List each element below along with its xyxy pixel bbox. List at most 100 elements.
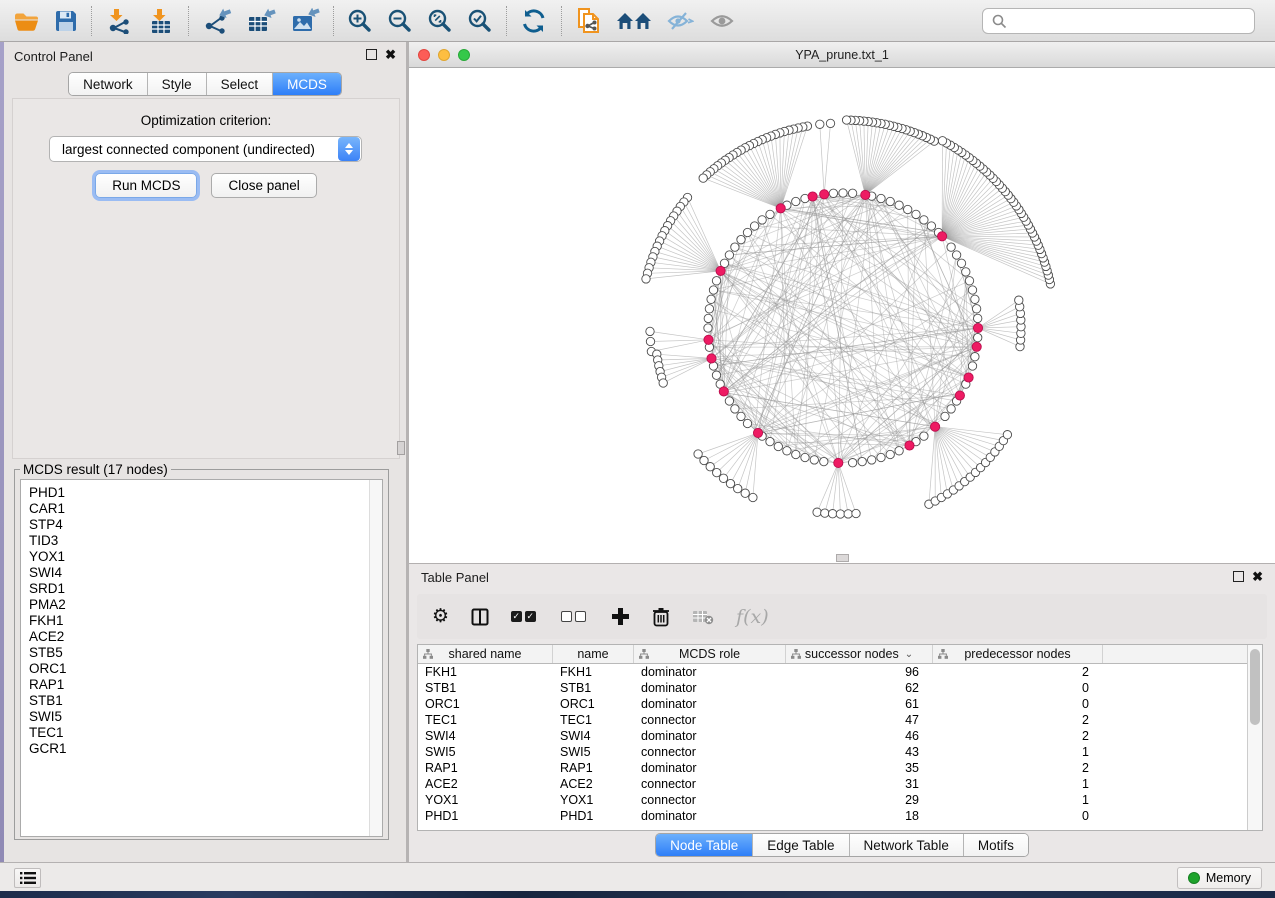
cell-shared-name[interactable]: SWI4 (418, 728, 553, 744)
mcds-result-item[interactable]: GCR1 (21, 741, 382, 757)
column-header-predecessor-nodes[interactable]: predecessor nodes (933, 645, 1103, 663)
cell-successor-nodes[interactable]: 35 (786, 760, 933, 776)
cell-name[interactable]: STB1 (553, 680, 634, 696)
cell-name[interactable]: SWI4 (553, 728, 634, 744)
cell-predecessor-nodes[interactable]: 1 (933, 776, 1103, 792)
mcds-result-item[interactable]: TEC1 (21, 725, 382, 741)
mcds-result-scrollbar[interactable] (369, 480, 382, 836)
table-row[interactable]: ORC1ORC1dominator610 (418, 696, 1262, 712)
mcds-result-item[interactable]: CAR1 (21, 501, 382, 517)
table-row[interactable]: RAP1RAP1dominator352 (418, 760, 1262, 776)
show-columns-icon[interactable] (471, 608, 489, 626)
mcds-result-list[interactable]: PHD1CAR1STP4TID3YOX1SWI4SRD1PMA2FKH1ACE2… (20, 479, 383, 837)
cell-MCDS-role[interactable]: connector (634, 776, 786, 792)
cell-predecessor-nodes[interactable]: 0 (933, 808, 1103, 824)
cell-shared-name[interactable]: FKH1 (418, 664, 553, 680)
cell-shared-name[interactable]: SWI5 (418, 744, 553, 760)
network-canvas[interactable] (409, 68, 1275, 563)
add-column-icon[interactable] (611, 607, 630, 626)
cell-MCDS-role[interactable]: connector (634, 712, 786, 728)
table-row[interactable]: SWI5SWI5connector431 (418, 744, 1262, 760)
table-scrollbar-thumb[interactable] (1250, 649, 1260, 725)
tab-node-table[interactable]: Node Table (656, 834, 753, 856)
criterion-select[interactable]: largest connected component (undirected) (49, 136, 362, 162)
tab-network-table[interactable]: Network Table (850, 834, 964, 856)
float-panel-icon[interactable] (366, 49, 377, 60)
mcds-result-item[interactable]: TID3 (21, 533, 382, 549)
cell-MCDS-role[interactable]: dominator (634, 728, 786, 744)
vertical-splitter-handle[interactable] (397, 441, 405, 455)
refresh-view-icon[interactable] (513, 4, 555, 38)
cell-MCDS-role[interactable]: dominator (634, 696, 786, 712)
column-header-name[interactable]: name (553, 645, 634, 663)
tab-select[interactable]: Select (207, 73, 274, 95)
deselect-all-rows-icon[interactable] (561, 611, 589, 622)
tab-mcds[interactable]: MCDS (273, 73, 341, 95)
table-row[interactable]: YOX1YOX1connector291 (418, 792, 1262, 808)
export-network-icon[interactable] (195, 4, 239, 38)
export-table-icon[interactable] (239, 4, 283, 38)
table-row[interactable]: SWI4SWI4dominator462 (418, 728, 1262, 744)
mcds-result-item[interactable]: SRD1 (21, 581, 382, 597)
cell-predecessor-nodes[interactable]: 2 (933, 760, 1103, 776)
table-row[interactable]: PHD1PHD1dominator180 (418, 808, 1262, 824)
cell-predecessor-nodes[interactable]: 2 (933, 728, 1103, 744)
cell-shared-name[interactable]: YOX1 (418, 792, 553, 808)
mcds-result-item[interactable]: RAP1 (21, 677, 382, 693)
cell-MCDS-role[interactable]: connector (634, 744, 786, 760)
cell-name[interactable]: YOX1 (553, 792, 634, 808)
tab-motifs[interactable]: Motifs (964, 834, 1028, 856)
memory-button[interactable]: Memory (1177, 867, 1262, 889)
column-header-MCDS-role[interactable]: MCDS role (634, 645, 786, 663)
show-all-icon[interactable] (701, 4, 743, 38)
cell-MCDS-role[interactable]: dominator (634, 680, 786, 696)
cell-successor-nodes[interactable]: 46 (786, 728, 933, 744)
tab-network[interactable]: Network (69, 73, 148, 95)
cell-successor-nodes[interactable]: 61 (786, 696, 933, 712)
cell-name[interactable]: SWI5 (553, 744, 634, 760)
tab-edge-table[interactable]: Edge Table (753, 834, 849, 856)
cell-successor-nodes[interactable]: 31 (786, 776, 933, 792)
cell-shared-name[interactable]: PHD1 (418, 808, 553, 824)
cell-successor-nodes[interactable]: 47 (786, 712, 933, 728)
cell-predecessor-nodes[interactable]: 0 (933, 696, 1103, 712)
cell-MCDS-role[interactable]: dominator (634, 808, 786, 824)
mcds-result-item[interactable]: PHD1 (21, 485, 382, 501)
network-titlebar[interactable]: YPA_prune.txt_1 (409, 42, 1275, 68)
cell-predecessor-nodes[interactable]: 2 (933, 712, 1103, 728)
cell-MCDS-role[interactable]: dominator (634, 760, 786, 776)
import-network-icon[interactable] (98, 4, 140, 38)
table-row[interactable]: STB1STB1dominator620 (418, 680, 1262, 696)
window-close-icon[interactable] (418, 49, 430, 61)
cell-shared-name[interactable]: ACE2 (418, 776, 553, 792)
cell-shared-name[interactable]: ORC1 (418, 696, 553, 712)
task-history-button[interactable] (14, 868, 41, 888)
cell-shared-name[interactable]: TEC1 (418, 712, 553, 728)
search-box[interactable] (982, 8, 1255, 34)
table-row[interactable]: FKH1FKH1dominator962 (418, 664, 1262, 680)
cell-name[interactable]: RAP1 (553, 760, 634, 776)
zoom-selected-icon[interactable] (460, 4, 500, 38)
mcds-result-item[interactable]: FKH1 (21, 613, 382, 629)
save-session-icon[interactable] (47, 4, 85, 38)
mcds-result-item[interactable]: STB1 (21, 693, 382, 709)
run-mcds-button[interactable]: Run MCDS (95, 173, 197, 198)
hide-selected-icon[interactable] (659, 4, 701, 38)
zoom-in-icon[interactable] (340, 4, 380, 38)
column-header-successor-nodes[interactable]: successor nodes⌄ (786, 645, 933, 663)
horizontal-splitter-handle[interactable] (836, 554, 849, 562)
mcds-result-item[interactable]: PMA2 (21, 597, 382, 613)
table-scrollbar[interactable] (1247, 645, 1262, 830)
cell-shared-name[interactable]: RAP1 (418, 760, 553, 776)
cell-name[interactable]: PHD1 (553, 808, 634, 824)
export-image-icon[interactable] (283, 4, 327, 38)
cell-name[interactable]: ORC1 (553, 696, 634, 712)
delete-column-icon[interactable] (652, 607, 670, 627)
first-neighbors-icon[interactable] (609, 4, 659, 38)
cell-predecessor-nodes[interactable]: 1 (933, 744, 1103, 760)
cell-name[interactable]: FKH1 (553, 664, 634, 680)
table-settings-gear-icon[interactable]: ⚙ (432, 607, 449, 626)
window-minimize-icon[interactable] (438, 49, 450, 61)
mcds-result-item[interactable]: SWI4 (21, 565, 382, 581)
zoom-fit-icon[interactable] (420, 4, 460, 38)
